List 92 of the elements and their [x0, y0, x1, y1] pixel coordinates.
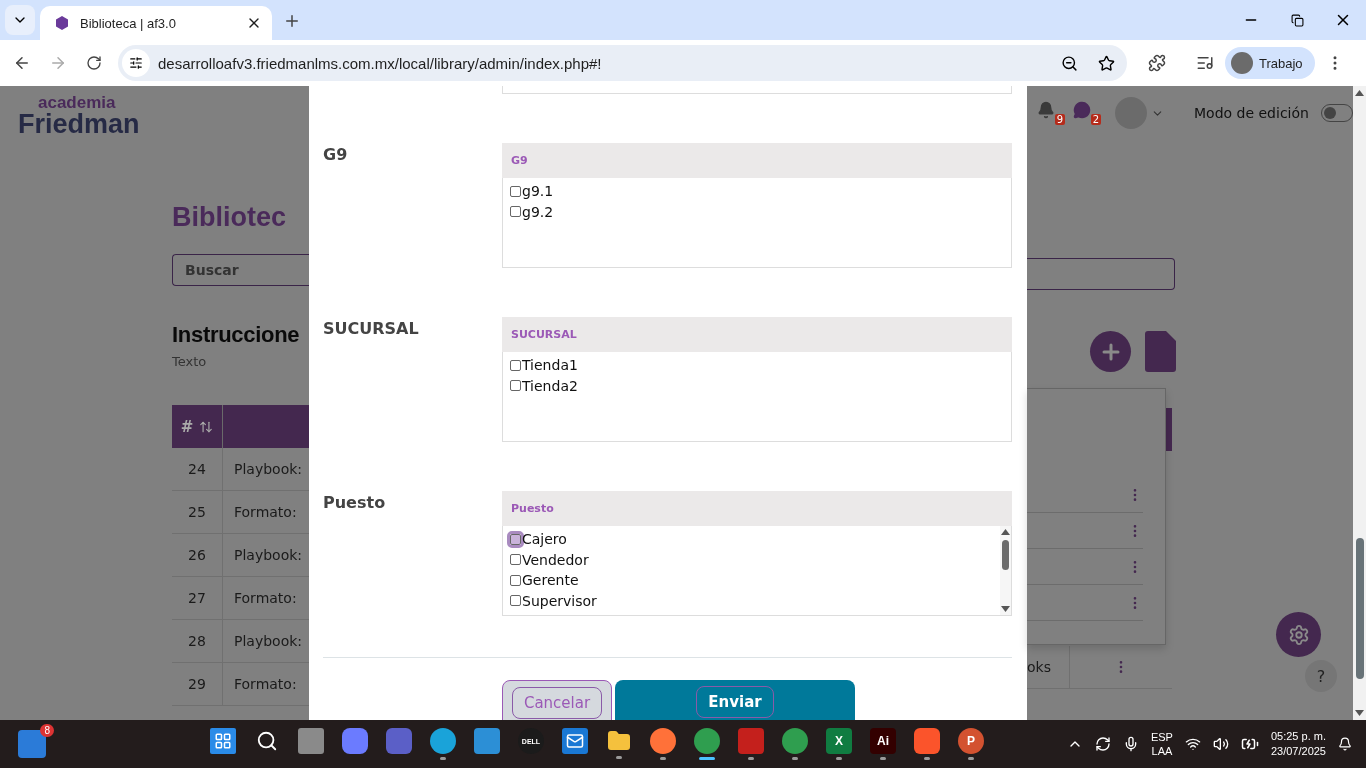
restore-icon[interactable] — [1290, 13, 1304, 27]
bell-icon[interactable] — [1037, 101, 1055, 119]
profile-button[interactable]: Trabajo — [1225, 47, 1315, 79]
table-cell: 24 — [172, 448, 223, 490]
search-field[interactable] — [1027, 258, 1175, 290]
section-subtitle: Texto — [172, 354, 208, 369]
scroll-up-arrow-icon[interactable] — [1355, 90, 1365, 96]
chat-bubble-icon[interactable] — [1073, 101, 1091, 119]
column-header: # — [180, 417, 194, 436]
field-label: SUCURSAL — [323, 318, 420, 340]
checkbox[interactable] — [510, 574, 521, 586]
hexagon-favicon-icon — [54, 15, 70, 31]
option-label[interactable]: Tienda2 — [522, 377, 578, 394]
scrollbar-thumb[interactable] — [1002, 540, 1009, 570]
site-logo: academia Friedman — [17, 92, 141, 140]
scroll-down-arrow-icon[interactable] — [1001, 606, 1010, 612]
option-label[interactable]: g9.1 — [522, 183, 554, 200]
table-cell-text: Formato: — [233, 503, 298, 522]
scroll-down-arrow-icon[interactable] — [1355, 710, 1365, 716]
windows-logo-icon[interactable] — [210, 728, 236, 754]
checkbox[interactable] — [510, 359, 521, 371]
sort-icon[interactable] — [199, 419, 214, 434]
table-cell: 27 — [172, 577, 223, 619]
gear-icon — [1287, 623, 1310, 646]
volume-icon[interactable] — [1212, 736, 1229, 752]
language-indicator[interactable]: ESP LAA — [1150, 730, 1173, 758]
table-cell: oks — [1027, 646, 1070, 688]
help-button[interactable]: ? — [1305, 660, 1337, 692]
new-tab-icon[interactable] — [283, 12, 301, 30]
submit-button[interactable]: Enviar — [615, 680, 855, 720]
table-cell-text: Playbook: — [233, 632, 304, 651]
settings-button[interactable] — [1276, 612, 1321, 657]
bookmark-star-icon[interactable] — [1098, 54, 1115, 72]
wifi-icon[interactable] — [1184, 736, 1201, 752]
list-header: Puesto — [502, 491, 1012, 526]
table-cell: 28 — [172, 620, 223, 662]
scroll-up-arrow-icon[interactable] — [1001, 529, 1010, 535]
mail-icon[interactable] — [562, 728, 588, 754]
section-title: Instruccione — [172, 322, 301, 348]
puzzle-piece-icon[interactable] — [1148, 54, 1166, 72]
powerpoint-icon[interactable]: P — [958, 728, 984, 754]
address-bar[interactable]: desarrolloafv3.friedmanlms.com.mx/local/library/admin/index.php#! — [118, 45, 1127, 81]
tab-title: Biblioteca | af3.0 — [80, 15, 177, 31]
option-label[interactable]: Tienda1 — [522, 357, 578, 374]
checkbox[interactable] — [510, 533, 521, 545]
table-cell-text: Formato: — [233, 675, 298, 694]
edit-mode-label: Modo de edición — [1194, 105, 1309, 121]
checkbox[interactable] — [510, 554, 521, 566]
option-label[interactable]: Supervisor — [522, 592, 597, 609]
checkbox[interactable] — [510, 185, 521, 197]
tab-list-button[interactable] — [5, 5, 35, 35]
site-settings-button[interactable] — [122, 49, 150, 77]
widget-badge: 8 — [40, 724, 54, 737]
table-cell-text: Playbook: — [233, 460, 304, 479]
sliders-icon — [129, 56, 143, 70]
clock[interactable]: 05:25 p. m. 23/07/2025 — [1270, 729, 1326, 759]
reload-icon[interactable] — [86, 55, 102, 71]
document-icon[interactable] — [1145, 331, 1176, 372]
option-label[interactable]: Vendedor — [522, 551, 589, 568]
browser-tab[interactable]: Biblioteca | af3.0 — [40, 6, 272, 40]
folder-icon[interactable] — [607, 729, 631, 753]
search-field[interactable]: Buscar — [172, 254, 309, 286]
option-label[interactable]: g9.2 — [522, 203, 554, 220]
search-icon[interactable] — [256, 730, 278, 752]
zoom-out-icon[interactable] — [1061, 54, 1078, 72]
option-label[interactable]: Cajero — [522, 531, 567, 548]
music-list-icon[interactable] — [1196, 54, 1214, 72]
field-label: G9 — [323, 144, 349, 166]
excel-icon[interactable]: X — [826, 728, 852, 754]
scrollbar-thumb[interactable] — [1355, 538, 1364, 679]
checkbox[interactable] — [510, 595, 521, 607]
table-cell-text: Playbook: — [233, 546, 304, 565]
avatar-placeholder — [1231, 52, 1253, 74]
list-header: SUCURSAL — [502, 317, 1012, 352]
notification-bell-icon[interactable] — [1338, 737, 1352, 751]
list-header: G9 — [502, 143, 1012, 178]
scrollbar[interactable] — [1000, 526, 1011, 615]
table-cell: 29 — [172, 663, 223, 705]
field-label: Puesto — [323, 492, 387, 514]
page-title: Bibliotec — [172, 202, 287, 233]
page-scrollbar[interactable] — [1352, 86, 1366, 720]
checkbox[interactable] — [510, 206, 521, 218]
checkbox[interactable] — [510, 380, 521, 392]
add-button[interactable] — [1090, 331, 1131, 372]
table-cell: 26 — [172, 534, 223, 576]
option-label[interactable]: Gerente — [522, 572, 579, 589]
sync-icon[interactable] — [1094, 736, 1111, 752]
message-count: 2 — [1090, 114, 1101, 125]
table-cell: 25 — [172, 491, 223, 533]
table-cell-text: Formato: — [233, 589, 298, 608]
illustrator-icon[interactable]: Ai — [870, 728, 896, 754]
notification-count: 9 — [1054, 114, 1065, 125]
